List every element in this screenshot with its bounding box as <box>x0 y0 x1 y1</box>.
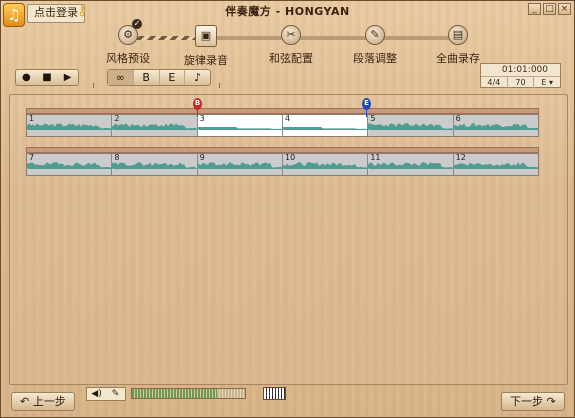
waveform-path <box>112 123 197 130</box>
begin-marker-icon[interactable]: B <box>193 98 202 117</box>
transport-controls: ● ■ ▶ <box>15 69 79 86</box>
set-begin-marker-icon[interactable]: B <box>134 70 160 85</box>
waveform-path <box>27 162 112 169</box>
save-icon: ▤ <box>448 25 468 45</box>
waveform-path <box>453 162 538 169</box>
track-row: 7 8 9 10 11 12 <box>26 147 539 176</box>
tempo-field[interactable]: 70 <box>508 77 535 88</box>
edit-icon: ✎ <box>365 25 385 45</box>
input-level-meter <box>131 388 246 399</box>
notes-tool-icon[interactable]: ♪ <box>185 70 210 85</box>
meter-field[interactable]: 4/4 <box>481 77 508 88</box>
set-end-marker-icon[interactable]: E <box>160 70 186 85</box>
record-button[interactable]: ● <box>17 72 35 83</box>
forward-arrow-icon: ↷ <box>546 395 556 408</box>
time-display: 01:01:000 <box>501 65 548 75</box>
bar-cell[interactable]: 5 <box>368 115 454 136</box>
step-section-adjust[interactable]: ✎ 段落调整 <box>335 25 415 66</box>
audio-controls: ◀) ✎ <box>86 387 126 401</box>
bar-cell[interactable]: 2 <box>112 115 198 136</box>
waveform <box>112 123 197 130</box>
track-row: 123456 <box>26 108 539 137</box>
back-arrow-icon: ↶ <box>20 395 30 408</box>
maximize-button[interactable]: □ <box>543 3 556 15</box>
key-select[interactable]: E ▾ <box>534 77 560 88</box>
divider <box>219 83 220 88</box>
key-icon: ⚷ <box>77 3 88 19</box>
bar-cell[interactable]: 8 <box>112 154 198 175</box>
bar-strip: 123456 <box>26 114 539 137</box>
bar-cell[interactable]: 3 <box>197 115 283 136</box>
waveform-path <box>368 123 453 130</box>
check-icon: ✓ <box>132 19 142 29</box>
prev-step-button[interactable]: ↶ 上一步 <box>11 392 75 411</box>
speaker-icon[interactable]: ◀) <box>87 388 106 400</box>
app-window: 伴奏魔方 - HONGYAN _ □ × ♫ 点击登录 ⚷ ⚙ 风格预设 ✓ ▣… <box>0 0 575 418</box>
keyboard-icon[interactable] <box>263 387 286 400</box>
step-melody-recording[interactable]: ▣ 旋律录音 <box>166 25 246 68</box>
close-button[interactable]: × <box>558 3 571 15</box>
next-step-button[interactable]: 下一步 ↷ <box>501 392 565 411</box>
bar-cell[interactable]: 9 <box>197 154 283 175</box>
step-style-preset[interactable]: ⚙ 风格预设 <box>88 25 168 66</box>
bar-cell[interactable]: 6 <box>453 115 538 136</box>
waveform-path <box>368 162 453 169</box>
edit-tools: ∞ B E ♪ <box>107 69 211 86</box>
step-label: 旋律录音 <box>184 54 228 67</box>
bar-strip: 7 8 9 10 11 12 <box>26 153 539 176</box>
prev-step-label: 上一步 <box>32 395 66 408</box>
step-label: 风格预设 <box>106 52 150 65</box>
chevron-down-icon[interactable]: ▾ <box>549 78 553 87</box>
tools-icon: ✂ <box>281 25 301 45</box>
song-info-box: 01:01:000 4/4 70 E ▾ <box>480 63 561 88</box>
step-chord-config[interactable]: ✂ 和弦配置 <box>251 25 331 66</box>
music-note-icon[interactable]: ♫ <box>3 3 25 27</box>
waveform <box>453 162 538 169</box>
end-marker-icon[interactable]: E <box>362 98 371 117</box>
waveform <box>282 162 368 169</box>
bar-cell[interactable]: 10 <box>282 154 369 175</box>
waveform-path <box>112 162 197 169</box>
link-tool-icon[interactable]: ∞ <box>108 70 134 85</box>
waveform <box>197 127 282 130</box>
waveform-path <box>197 127 282 130</box>
waveform-path <box>453 123 538 130</box>
folder-icon: ▣ <box>195 25 217 47</box>
step-label: 和弦配置 <box>269 52 313 65</box>
waveform <box>368 162 453 169</box>
step-label: 段落调整 <box>353 52 397 65</box>
play-button[interactable]: ▶ <box>59 72 77 83</box>
key-value: E <box>541 78 547 87</box>
bar-cell[interactable]: 4 <box>282 115 369 136</box>
next-step-label: 下一步 <box>510 395 543 408</box>
bar-cell[interactable]: 11 <box>368 154 454 175</box>
stop-button[interactable]: ■ <box>38 72 56 83</box>
waveform-path <box>282 162 368 169</box>
waveform-path <box>27 123 112 130</box>
window-controls: _ □ × <box>528 3 571 15</box>
waveform <box>27 162 112 169</box>
microphone-icon[interactable]: ✎ <box>106 388 125 400</box>
waveform <box>282 127 368 130</box>
melody-track-panel: 123456 7 8 9 10 11 12 B E <box>9 94 568 385</box>
bar-cell[interactable]: 7 <box>27 154 113 175</box>
waveform <box>453 123 538 130</box>
waveform-path <box>282 127 368 130</box>
minimize-button[interactable]: _ <box>528 3 541 15</box>
bar-cell[interactable]: 1 <box>27 115 113 136</box>
divider <box>93 83 94 88</box>
waveform <box>27 123 112 130</box>
step-full-song-save[interactable]: ▤ 全曲录存 <box>418 25 498 66</box>
bar-cell[interactable]: 12 <box>453 154 538 175</box>
waveform <box>197 162 282 169</box>
waveform-path <box>197 162 282 169</box>
waveform <box>368 123 453 130</box>
waveform <box>112 162 197 169</box>
